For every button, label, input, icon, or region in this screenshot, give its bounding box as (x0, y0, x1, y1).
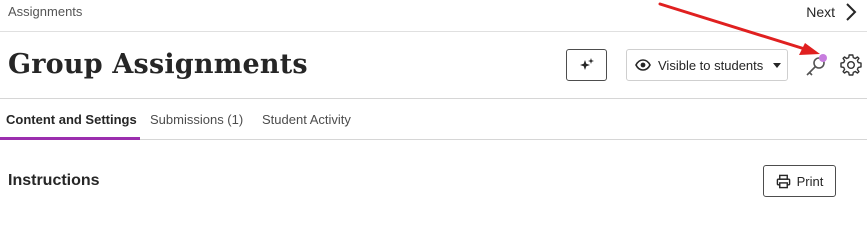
print-button[interactable]: Print (763, 165, 836, 197)
active-tab-indicator (0, 137, 140, 140)
tab-student-activity[interactable]: Student Activity (262, 112, 351, 127)
ai-assist-button[interactable] (566, 49, 607, 81)
top-navigation-bar: Assignments Next (0, 0, 867, 32)
print-label: Print (796, 173, 824, 189)
visibility-label: Visible to students (658, 57, 764, 73)
chevron-right-icon (846, 3, 857, 21)
sparkle-icon (579, 58, 594, 70)
key-icon[interactable] (802, 52, 830, 80)
page-title: Group Assignments (8, 49, 308, 80)
tab-content-and-settings[interactable]: Content and Settings (6, 112, 137, 127)
notification-dot (819, 54, 827, 62)
next-label: Next (806, 4, 835, 20)
caret-down-icon (773, 62, 782, 68)
tab-submissions[interactable]: Submissions (1) (150, 112, 243, 127)
printer-icon (776, 174, 790, 188)
breadcrumb[interactable]: Assignments (8, 4, 82, 19)
next-button[interactable]: Next (806, 1, 857, 23)
eye-icon (635, 59, 651, 71)
gear-icon[interactable] (839, 53, 863, 77)
tab-bar: Content and Settings Submissions (1) Stu… (0, 100, 867, 140)
visibility-dropdown[interactable]: Visible to students (626, 49, 788, 81)
page-header: Group Assignments Visible to students (0, 33, 867, 99)
instructions-heading: Instructions (8, 172, 100, 189)
